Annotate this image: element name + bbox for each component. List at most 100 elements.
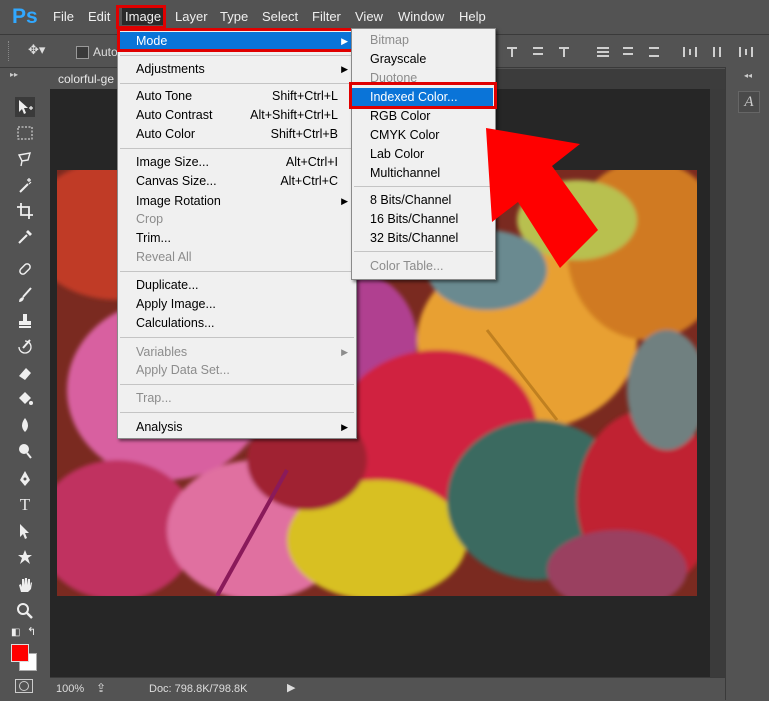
menu-item-apply-data-set: Apply Data Set... [118,361,354,380]
document-size-info: Doc: 798.8K/798.8K [149,683,248,695]
menu-separator [120,384,354,385]
move-tool-preset-icon[interactable]: ✥▾ [28,42,45,58]
menu-file[interactable]: File [53,9,74,24]
menu-filter[interactable]: Filter [312,9,341,24]
menu-layer[interactable]: Layer [175,9,208,24]
export-icon[interactable]: ⇪ [96,681,106,695]
menu-separator [354,251,493,252]
menu-item-trap-label: Trap... [136,391,172,405]
menu-edit[interactable]: Edit [88,9,110,24]
photoshop-logo: Ps [12,5,38,28]
swap-colors-icon[interactable]: ↰ [27,625,36,638]
menu-item-adjustments[interactable]: Adjustments ▶ [118,60,354,79]
options-grip [8,41,13,61]
clone-stamp-icon[interactable] [15,311,35,331]
move-tool-icon[interactable] [15,97,35,117]
status-menu-arrow-icon[interactable]: ▶ [287,681,295,694]
vertical-scrollbar[interactable] [710,89,725,677]
menu-item-analysis[interactable]: Analysis ▶ [118,418,354,437]
menu-image[interactable]: Image [122,8,165,25]
collapse-panel-icon[interactable]: ◂◂ [744,71,752,80]
submenu-arrow-icon: ▶ [341,196,348,206]
shortcut-label: Alt+Ctrl+C [280,174,338,188]
menu-item-duotone-label: Duotone [370,71,418,85]
align-icons-group [505,45,765,59]
custom-shape-icon[interactable] [15,547,35,567]
menu-item-analysis-label: Analysis [136,420,183,434]
menu-item-color-table: Color Table... [352,257,493,276]
menu-item-multichannel[interactable]: Multichannel [352,164,493,183]
eraser-icon[interactable] [15,363,35,383]
menu-item-duplicate-label: Duplicate... [136,278,199,292]
submenu-arrow-icon: ▶ [341,36,348,46]
type-icon[interactable]: T [15,495,35,515]
menu-item-32-bits[interactable]: 32 Bits/Channel [352,229,493,248]
menu-select[interactable]: Select [262,9,298,24]
document-tab[interactable]: colorful-ge [50,69,118,89]
dodge-icon[interactable] [15,441,35,461]
menu-item-mode[interactable]: Mode ▶ [118,32,354,51]
menu-item-grayscale[interactable]: Grayscale [352,50,493,69]
menu-item-apply-image[interactable]: Apply Image... [118,295,354,314]
character-panel-icon[interactable]: A [738,91,760,113]
menu-item-apply-data-set-label: Apply Data Set... [136,363,230,377]
path-selection-icon[interactable] [15,521,35,541]
brush-icon[interactable] [15,285,35,305]
lasso-icon[interactable] [15,149,35,169]
menu-item-rgb-color-label: RGB Color [370,109,431,123]
menu-item-canvas-size-label: Canvas Size... [136,174,217,188]
menu-item-variables: Variables ▶ [118,343,354,362]
menu-item-duplicate[interactable]: Duplicate... [118,276,354,295]
menu-item-cmyk-color[interactable]: CMYK Color [352,126,493,145]
menu-item-image-rotation[interactable]: Image Rotation ▶ [118,192,354,211]
auto-select-checkbox[interactable] [76,46,89,59]
align-distribute-icons[interactable] [505,45,765,59]
menu-item-color-table-label: Color Table... [370,259,444,273]
hand-icon[interactable] [15,575,35,595]
collapse-toolbar-icon[interactable]: ▸▸ [10,70,24,80]
shortcut-label: Shift+Ctrl+B [270,127,338,141]
menu-item-lab-color[interactable]: Lab Color [352,145,493,164]
zoom-icon[interactable] [15,601,35,621]
blur-icon[interactable] [15,415,35,435]
history-brush-icon[interactable] [15,337,35,357]
menu-item-adjustments-label: Adjustments [136,62,205,76]
menu-type[interactable]: Type [220,9,248,24]
menu-item-indexed-color[interactable]: Indexed Color... [352,88,493,107]
healing-brush-icon[interactable] [15,259,35,279]
menu-item-auto-tone-label: Auto Tone [136,89,193,103]
auto-select-label: Auto [93,45,118,59]
menu-item-cmyk-color-label: CMYK Color [370,128,440,142]
default-colors-icon[interactable]: ◧ [11,627,20,638]
menu-item-image-rotation-label: Image Rotation [136,194,221,208]
zoom-level[interactable]: 100% [56,683,84,695]
pen-icon[interactable] [15,469,35,489]
tools-panel: T ◧ ↰ [7,87,41,693]
menu-item-auto-tone[interactable]: Auto Tone Shift+Ctrl+L [118,87,354,106]
menu-item-mode-label: Mode [136,34,168,48]
menu-item-rgb-color[interactable]: RGB Color [352,107,493,126]
menu-item-8-bits[interactable]: 8 Bits/Channel [352,191,493,210]
paint-bucket-icon[interactable] [15,389,35,409]
menu-item-trim[interactable]: Trim... [118,229,354,248]
menu-item-16-bits-label: 16 Bits/Channel [370,212,459,226]
menu-item-canvas-size[interactable]: Canvas Size... Alt+Ctrl+C [118,172,354,191]
menu-item-image-size[interactable]: Image Size... Alt+Ctrl+I [118,153,354,172]
submenu-arrow-icon: ▶ [341,347,348,357]
rectangular-marquee-icon[interactable] [15,123,35,143]
image-menu-dropdown: Mode ▶ Adjustments ▶ Auto Tone Shift+Ctrl+L… [117,29,357,439]
crop-icon[interactable] [15,201,35,221]
menu-item-16-bits[interactable]: 16 Bits/Channel [352,210,493,229]
menu-item-auto-contrast[interactable]: Auto Contrast Alt+Shift+Ctrl+L [118,106,354,125]
menu-item-lab-color-label: Lab Color [370,147,425,161]
magic-wand-icon[interactable] [15,175,35,195]
menu-item-calculations[interactable]: Calculations... [118,314,354,333]
quick-mask-icon[interactable] [15,679,33,693]
eyedropper-icon[interactable] [15,227,35,247]
menu-separator [354,186,493,187]
menu-item-auto-color[interactable]: Auto Color Shift+Ctrl+B [118,125,354,144]
menu-window[interactable]: Window [398,9,444,24]
menu-help[interactable]: Help [459,9,486,24]
menu-view[interactable]: View [355,9,383,24]
foreground-color-swatch[interactable] [11,644,29,662]
